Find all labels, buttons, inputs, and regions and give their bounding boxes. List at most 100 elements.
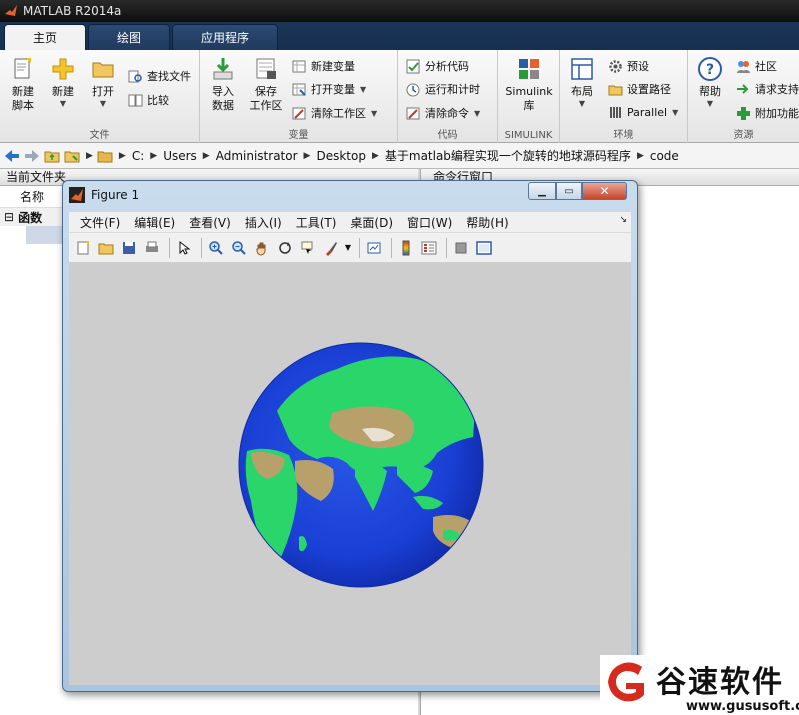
forward-arrow-icon[interactable] [23,147,41,165]
menu-window[interactable]: 窗口(W) [400,214,459,231]
rotate-3d-icon[interactable] [275,238,295,258]
breadcrumb-users[interactable]: Users [160,149,200,163]
help-icon: ? [698,57,722,81]
group-code-label: 代码 [437,130,458,141]
layout-button[interactable]: 布局 ▼ [566,56,598,108]
breadcrumb-project-folder[interactable]: 基于matlab编程实现一个旋转的地球源码程序 [382,147,634,164]
analyze-code-button[interactable]: 分析代码 [406,58,469,74]
simulink-library-label: Simulink 库 [505,85,553,112]
close-button[interactable]: ✕ [582,182,627,200]
data-cursor-icon[interactable] [298,238,318,258]
menu-tools[interactable]: 工具(T) [289,214,344,231]
clear-workspace-button[interactable]: 清除工作区 ▼ [292,105,377,121]
menu-edit[interactable]: 编辑(E) [127,214,182,231]
zoom-in-icon[interactable] [206,238,226,258]
tab-apps[interactable]: 应用程序 [172,24,279,50]
open-file-icon[interactable] [96,238,116,258]
menu-file[interactable]: 文件(F) [73,214,127,231]
link-plot-icon[interactable] [364,238,384,258]
minimize-button[interactable]: ▁ [528,182,556,200]
toolbar-divider [446,237,447,258]
show-plot-tools-icon[interactable] [474,238,494,258]
up-folder-icon[interactable] [43,147,61,165]
menu-help[interactable]: 帮助(H) [459,214,515,231]
request-support-button[interactable]: 请求支持 [736,81,799,97]
tab-plots[interactable]: 绘图 [88,24,171,50]
figure-title-bar: Figure 1 [69,187,139,203]
app-title: MATLAB R2014a [23,4,122,18]
group-code: 分析代码 运行和计时 清除命令 ▼ 代码 [398,50,498,143]
colorbar-icon[interactable] [396,238,416,258]
group-simulink: Simulink 库 SIMULINK [498,50,560,143]
legend-icon[interactable] [419,238,439,258]
folder-icon [96,147,114,165]
print-figure-icon[interactable] [142,238,162,258]
menu-desktop[interactable]: 桌面(D) [343,214,400,231]
layout-chevron-down-icon: ▼ [578,99,586,108]
save-workspace-button[interactable]: 保存 工作区 [248,56,284,113]
help-label: 帮助 [699,85,721,98]
preferences-button[interactable]: 预设 [608,58,649,74]
edit-plot-icon[interactable] [174,238,194,258]
breadcrumb-administrator[interactable]: Administrator [213,149,301,163]
zoom-out-icon[interactable] [229,238,249,258]
set-path-button[interactable]: 设置路径 [608,81,671,97]
clear-commands-button[interactable]: 清除命令 ▼ [406,105,480,121]
tab-home[interactable]: 主页 [4,24,87,50]
gusu-logo-icon [608,662,644,702]
community-button[interactable]: 社区 [736,58,777,74]
functions-group-label: 函数 [18,210,43,225]
open-variable-chevron-down-icon: ▼ [360,84,367,94]
open-variable-label: 打开变量 [311,83,355,96]
figure-canvas[interactable] [69,263,631,685]
breadcrumb-drive[interactable]: C: [129,149,147,163]
save-figure-icon[interactable] [119,238,139,258]
help-chevron-down-icon: ▼ [706,99,714,108]
new-variable-button[interactable]: 新建变量 [292,58,355,74]
clear-workspace-icon [292,107,306,119]
simulink-library-button[interactable]: Simulink 库 [504,56,554,113]
rotating-globe[interactable] [237,341,485,589]
parallel-chevron-down-icon: ▼ [672,108,679,117]
figure-toolbar: ▼ [69,233,631,263]
breadcrumb-code[interactable]: code [647,149,682,163]
ribbon: 新建 脚本 新建 ▼ 打开 ▼ 查找文件 比较 文件 导入 数据 保存 工作区 … [0,50,799,143]
new-script-button[interactable]: 新建 脚本 [6,56,40,113]
find-files-icon [128,70,142,82]
dock-arrow-icon[interactable]: ↘ [619,215,627,225]
import-data-button[interactable]: 导入 数据 [206,56,240,113]
run-and-time-icon [406,83,420,96]
run-and-time-button[interactable]: 运行和计时 [406,81,480,97]
matlab-logo-icon [5,5,17,16]
back-arrow-icon[interactable] [3,147,21,165]
menu-insert[interactable]: 插入(I) [238,214,289,231]
compare-icon [128,94,143,106]
group-file-label: 文件 [89,130,110,141]
breadcrumb-desktop[interactable]: Desktop [313,149,369,163]
svg-text:?: ? [706,62,714,78]
open-variable-icon [292,83,306,96]
find-files-button[interactable]: 查找文件 [128,68,191,84]
new-figure-icon[interactable] [73,238,93,258]
browse-folder-icon[interactable] [63,147,81,165]
layout-label: 布局 [571,85,593,98]
compare-label: 比较 [147,94,169,107]
open-variable-button[interactable]: 打开变量 ▼ [292,81,366,97]
collapse-icon[interactable]: ⊟ [4,210,14,224]
help-button[interactable]: ? 帮助 ▼ [694,56,726,108]
compare-button[interactable]: 比较 [128,92,169,108]
pan-icon[interactable] [252,238,272,258]
open-button[interactable]: 打开 ▼ [86,56,120,108]
maximize-button[interactable]: ▭ [556,182,582,200]
request-support-label: 请求支持 [755,83,799,96]
brush-options-chevron-icon[interactable]: ▼ [344,238,352,258]
brush-icon[interactable] [321,238,341,258]
parallel-button[interactable]: Parallel ▼ [608,105,678,120]
menu-view[interactable]: 查看(V) [182,214,238,231]
new-chevron-down-icon: ▼ [59,99,67,108]
new-button[interactable]: 新建 ▼ [46,56,80,108]
group-resources-label: 资源 [733,130,754,141]
chevron-right-icon: ▶ [86,150,93,161]
hide-plot-tools-icon[interactable] [451,238,471,258]
add-ons-button[interactable]: 附加功能 [736,105,799,121]
